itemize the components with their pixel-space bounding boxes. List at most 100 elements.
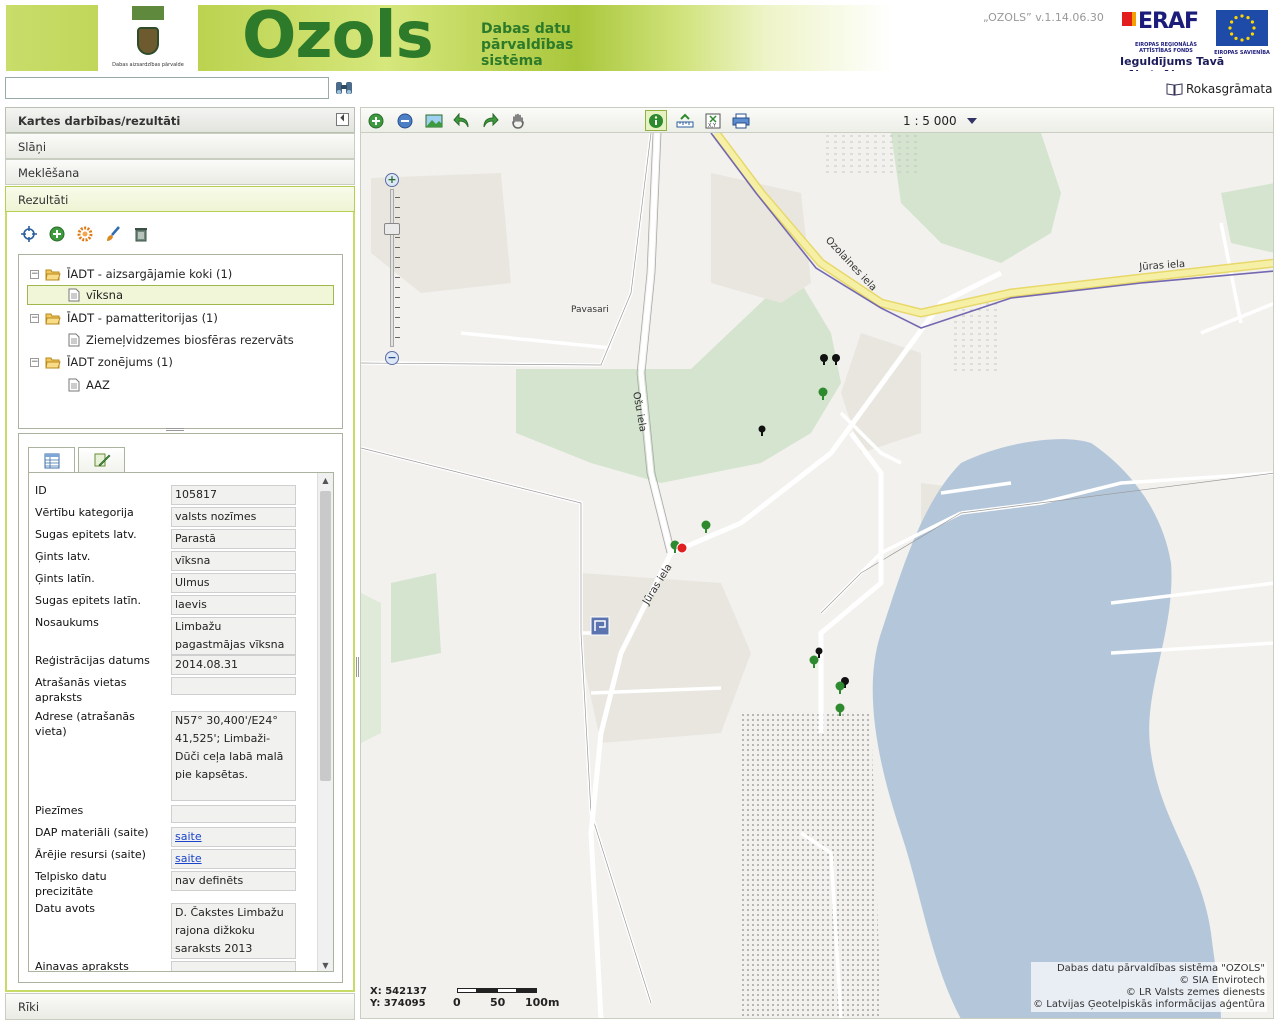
tree-group-zoning[interactable]: − ĪADT zonējums (1) [30, 352, 173, 372]
svg-text:X,Y: X,Y [708, 123, 717, 129]
tree-marker-icon[interactable] [835, 681, 845, 695]
attribute-label: Piezīmes [35, 804, 84, 817]
zoom-slider-in-button[interactable]: + [385, 173, 399, 187]
delete-results-button[interactable] [131, 224, 151, 244]
zoom-to-result-button[interactable] [47, 224, 67, 244]
scale-label-0: 0 [453, 996, 461, 1009]
tree-marker-icon[interactable] [809, 655, 819, 669]
selected-tree-marker-icon[interactable] [676, 542, 688, 554]
pan-button[interactable] [507, 110, 529, 131]
collapse-toggle-icon[interactable]: − [30, 357, 39, 367]
search-button[interactable] [334, 79, 354, 97]
accordion-search[interactable]: Meklēšana [5, 159, 355, 185]
tree-marker-icon[interactable] [832, 354, 840, 365]
tree-item-label: vīksna [86, 288, 123, 302]
tree-resize-handle[interactable] [166, 428, 184, 431]
collapse-toggle-icon[interactable]: − [30, 313, 39, 323]
map-attribution: Dabas datu pārvaldības sistēma "OZOLS" ©… [1031, 962, 1267, 1012]
collapse-toggle-icon[interactable]: − [30, 269, 39, 279]
tree-marker-icon[interactable] [701, 520, 711, 534]
details-panel: ID 105817 Vērtību kategorija valsts nozīme… [18, 433, 343, 983]
tree-item-aaz[interactable]: AAZ [68, 375, 110, 395]
scroll-thumb[interactable] [320, 491, 331, 781]
info-icon [649, 113, 663, 128]
zoom-slider[interactable]: + − [383, 173, 401, 365]
tree-group-protected-trees[interactable]: − ĪADT - aizsargājamie koki (1) [30, 264, 232, 284]
eraf-caption: EIROPAS REĢIONĀLĀS ATTĪSTĪBAS FONDS [1135, 42, 1197, 54]
scroll-up-icon[interactable]: ▲ [318, 473, 333, 488]
zoom-in-icon [368, 113, 384, 128]
attribute-value: Ulmus [171, 573, 296, 593]
coordinate-readout: X: 542137 Y: 374095 [370, 986, 427, 1010]
tree-item-biosphere-reserve[interactable]: Ziemeļvidzemes biosfēras rezervāts [68, 330, 294, 350]
attribute-label: Nosaukums [35, 616, 99, 629]
clear-highlight-button[interactable] [103, 224, 123, 244]
splitter-grip[interactable] [356, 657, 359, 677]
tree-item-label: Ziemeļvidzemes biosfēras rezervāts [86, 333, 294, 347]
coordinate-y: Y: 374095 [370, 998, 426, 1009]
map-view[interactable]: Ozolaines iela Jūras iela Ošu iela Jūras… [360, 133, 1274, 1019]
tree-markers-layer [670, 354, 849, 717]
document-icon [68, 333, 80, 347]
book-icon [1166, 83, 1183, 96]
tree-item-label: AAZ [86, 378, 110, 392]
attribution-line: © SIA Envirotech [1179, 975, 1265, 986]
scroll-down-icon[interactable]: ▼ [318, 958, 333, 971]
accordion-tools-label: Rīki [18, 1000, 40, 1014]
zoom-out-button[interactable] [394, 110, 416, 131]
crosshair-icon [21, 226, 37, 242]
map-toolbar: 1 : 5 000 X,Y [360, 107, 1274, 133]
search-input[interactable] [5, 77, 329, 99]
external-resources-link[interactable]: saite [175, 852, 202, 865]
attribute-value: saite [171, 849, 296, 869]
tree-marker-icon[interactable] [835, 703, 845, 717]
results-toolbar [19, 224, 151, 244]
coordinates-button[interactable]: X,Y [702, 110, 724, 131]
full-extent-button[interactable] [423, 110, 445, 131]
tree-group-core-territories[interactable]: − ĪADT - pamatteritorijas (1) [30, 308, 218, 328]
result-settings-button[interactable] [75, 224, 95, 244]
collapse-panel-button[interactable]: ⏴ [336, 113, 349, 126]
zoom-slider-track[interactable] [390, 189, 394, 347]
zoom-slider-out-button[interactable]: − [385, 351, 399, 365]
manual-link[interactable]: Rokasgrāmata [1166, 82, 1273, 96]
attribute-label: Ģints latīn. [35, 572, 95, 585]
tab-attributes[interactable] [28, 447, 75, 473]
print-button[interactable] [730, 110, 752, 131]
attribute-value: laevis [171, 595, 296, 615]
chevron-down-icon[interactable] [967, 118, 977, 124]
scale-label-100: 100m [525, 996, 560, 1009]
accordion-results[interactable]: Rezultāti [5, 186, 355, 212]
scale-select[interactable]: 1 : 5 000 [903, 114, 957, 128]
attribute-value: vīksna [171, 551, 296, 571]
attribute-label: Adrese (atrašanās vieta) [35, 710, 135, 738]
measure-button[interactable] [674, 110, 696, 131]
folder-open-icon [45, 357, 61, 368]
next-view-button[interactable] [479, 110, 501, 131]
accordion-tools[interactable]: Rīki [5, 993, 355, 1020]
zoom-in-button[interactable] [365, 110, 387, 131]
tree-group-label: ĪADT - aizsargājamie koki (1) [67, 267, 233, 281]
previous-view-button[interactable] [451, 110, 473, 131]
results-tree: − ĪADT - aizsargājamie koki (1) vīksna −… [18, 254, 343, 429]
zoom-slider-thumb[interactable] [384, 223, 400, 235]
tree-marker-icon[interactable] [820, 354, 828, 365]
identify-button[interactable] [645, 110, 667, 131]
tree-item-viksna[interactable]: vīksna [27, 285, 334, 305]
tab-edit[interactable] [78, 447, 125, 472]
tree-marker-icon[interactable] [758, 425, 766, 437]
attribute-label: Sugas epitets latīn. [35, 594, 141, 607]
tree-marker-icon[interactable] [818, 387, 828, 401]
attribute-value: Limbažu pagastmājas vīksna [171, 617, 296, 655]
scale-label-50: 50 [490, 996, 506, 1009]
accordion-layers[interactable]: Slāņi [5, 133, 355, 159]
details-tabs [28, 447, 125, 473]
eu-flag-icon [1216, 10, 1268, 46]
attribute-scrollbar[interactable]: ▲ ▼ [317, 473, 333, 971]
tree-group-label: ĪADT - pamatteritorijas (1) [67, 311, 218, 325]
locate-result-button[interactable] [19, 224, 39, 244]
results-panel: − ĪADT - aizsargājamie koki (1) vīksna −… [5, 212, 355, 992]
attribute-label: Ainavas apraksts [35, 960, 129, 972]
dap-materials-link[interactable]: saite [175, 830, 202, 843]
xy-coordinates-icon: X,Y [705, 113, 721, 129]
